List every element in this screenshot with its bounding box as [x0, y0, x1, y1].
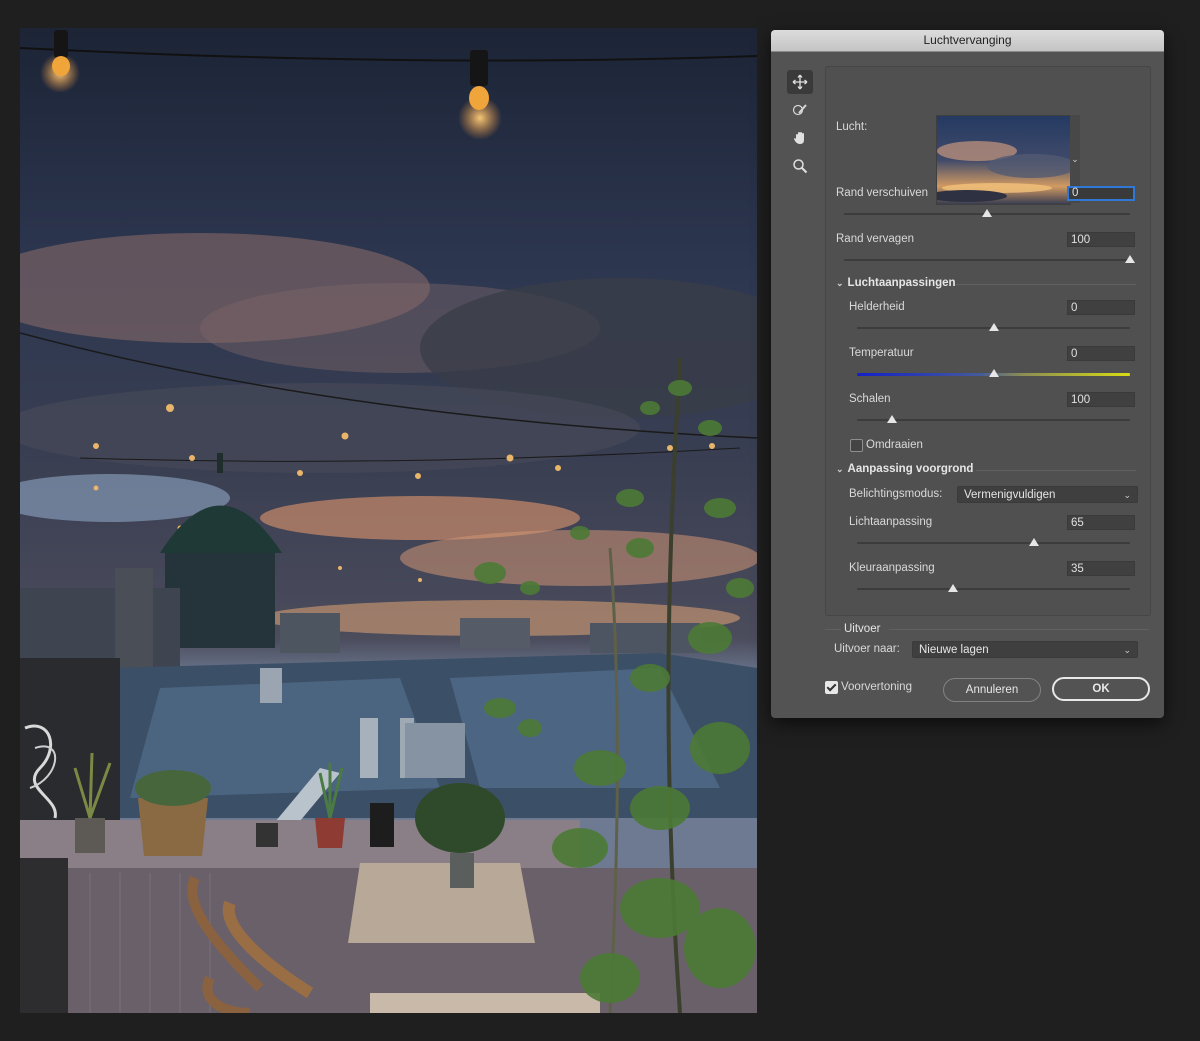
lighting-mode-value: Vermenigvuldigen [964, 489, 1056, 501]
shift-edge-label: Rand verschuiven [836, 187, 929, 199]
shift-edge-input[interactable]: 0 [1067, 186, 1135, 201]
section-divider [956, 284, 1136, 285]
sky-preset-thumbnail[interactable] [936, 115, 1071, 205]
sky-brush-icon [792, 104, 807, 116]
cancel-button[interactable]: Annuleren [943, 678, 1041, 702]
chevron-down-icon: ⌄ [836, 464, 844, 474]
sky-adjustments-header[interactable]: ⌄ Luchtaanpassingen [836, 277, 956, 289]
temperature-label: Temperatuur [849, 347, 914, 359]
fade-edge-slider[interactable] [844, 259, 1130, 261]
preview-checkbox[interactable] [825, 681, 838, 694]
rooftop-sky-photo [20, 28, 757, 1013]
chevron-down-icon: ⌄ [836, 278, 844, 288]
ok-button[interactable]: OK [1052, 677, 1150, 701]
sky-label: Lucht: [836, 121, 868, 133]
preview-label: Voorvertoning [841, 681, 912, 693]
scale-input[interactable]: 100 [1067, 392, 1135, 407]
lighting-mode-label: Belichtingsmodus: [849, 488, 943, 500]
section-divider [976, 470, 1136, 471]
settings-panel: Lucht: ⌄ Rand verschuiven 0 Rand vervage… [825, 66, 1151, 616]
sky-preview-image [937, 116, 1070, 204]
chevron-down-icon: ⌄ [1123, 490, 1131, 500]
brightness-input[interactable]: 0 [1067, 300, 1135, 315]
foreground-adjustment-title: Aanpassing voorgrond [847, 463, 974, 475]
brightness-label: Helderheid [849, 301, 905, 313]
fade-edge-input[interactable]: 100 [1067, 232, 1135, 247]
sky-replacement-dialog: Luchtvervanging Lucht: ⌄ Rand verschuive… [771, 30, 1164, 718]
flip-checkbox[interactable] [850, 439, 863, 452]
sky-adjustments-title: Luchtaanpassingen [847, 277, 956, 289]
zoom-icon [793, 159, 808, 174]
color-adjust-slider[interactable] [857, 588, 1130, 590]
fade-edge-label: Rand vervagen [836, 233, 914, 245]
lighting-adjust-slider[interactable] [857, 542, 1130, 544]
move-icon [792, 74, 808, 90]
slider-thumb[interactable] [887, 415, 898, 423]
tool-column [787, 70, 813, 182]
flip-label: Omdraaien [866, 439, 923, 451]
slider-thumb[interactable] [982, 209, 992, 217]
hand-tool[interactable] [787, 126, 813, 150]
hand-icon [794, 132, 804, 144]
slider-thumb[interactable] [1029, 538, 1040, 546]
slider-thumb[interactable] [1125, 255, 1135, 263]
photo-canvas[interactable] [20, 28, 757, 1013]
output-to-select[interactable]: Nieuwe lagen ⌄ [912, 641, 1138, 658]
chevron-down-icon: ⌄ [1123, 645, 1131, 655]
output-to-value: Nieuwe lagen [919, 644, 989, 656]
section-divider [889, 629, 1149, 630]
lighting-adjust-input[interactable]: 65 [1067, 515, 1135, 530]
color-adjust-label: Kleuraanpassing [849, 562, 935, 574]
zoom-tool[interactable] [787, 154, 813, 178]
output-title: Uitvoer [844, 623, 881, 635]
chevron-down-icon: ⌄ [1071, 153, 1079, 164]
move-tool[interactable] [787, 70, 813, 94]
scale-slider[interactable] [857, 419, 1130, 421]
temperature-input[interactable]: 0 [1067, 346, 1135, 361]
scale-label: Schalen [849, 393, 891, 405]
section-divider [825, 629, 841, 630]
slider-thumb[interactable] [988, 369, 999, 377]
slider-thumb[interactable] [988, 323, 999, 331]
lighting-mode-select[interactable]: Vermenigvuldigen ⌄ [957, 486, 1138, 503]
color-adjust-input[interactable]: 35 [1067, 561, 1135, 576]
dialog-title: Luchtvervanging [771, 30, 1164, 52]
slider-thumb[interactable] [947, 584, 958, 592]
output-to-label: Uitvoer naar: [834, 643, 900, 655]
foreground-adjustment-header[interactable]: ⌄ Aanpassing voorgrond [836, 463, 973, 475]
lighting-adjust-label: Lichtaanpassing [849, 516, 933, 528]
sky-brush-tool[interactable] [787, 98, 813, 122]
